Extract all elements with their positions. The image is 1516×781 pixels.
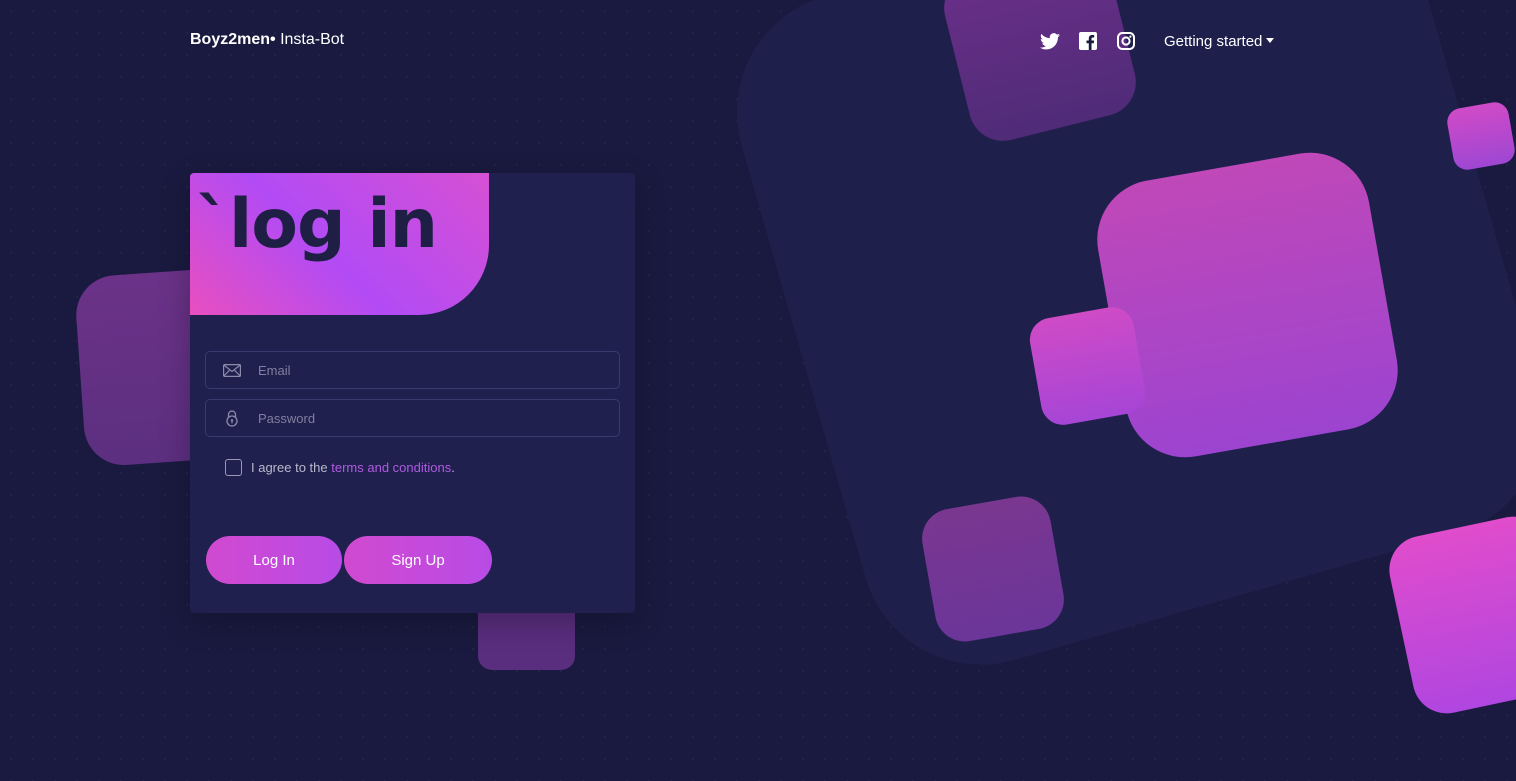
envelope-icon <box>206 352 258 388</box>
decorative-square <box>1026 303 1149 429</box>
login-card: `log in I agree to the terms and conditi… <box>190 173 635 613</box>
facebook-icon[interactable] <box>1078 31 1098 51</box>
decorative-square <box>1445 100 1516 172</box>
social-links <box>1040 31 1136 51</box>
getting-started-label: Getting started <box>1164 33 1263 50</box>
email-input[interactable] <box>258 362 619 378</box>
getting-started-dropdown[interactable]: Getting started <box>1164 33 1275 50</box>
navbar: Boyz2men• Insta-Bot Getting started <box>0 0 1516 84</box>
brand-name: Boyz2men <box>190 31 271 48</box>
card-title: `log in <box>196 185 438 264</box>
instagram-icon[interactable] <box>1116 31 1136 51</box>
decorative-square <box>1383 510 1516 720</box>
signup-button[interactable]: Sign Up <box>344 536 492 584</box>
decorative-square <box>1087 143 1408 467</box>
brand-logo[interactable]: Boyz2men• Insta-Bot <box>190 31 344 49</box>
brand-subtitle: Insta-Bot <box>275 31 345 48</box>
login-button[interactable]: Log In <box>206 536 342 584</box>
caret-down-icon <box>1266 37 1275 43</box>
card-header: `log in <box>190 173 489 315</box>
twitter-icon[interactable] <box>1040 31 1060 51</box>
terms-agreement: I agree to the terms and conditions. <box>225 459 455 476</box>
email-field[interactable] <box>205 351 620 389</box>
lock-icon <box>206 400 258 436</box>
password-input[interactable] <box>258 410 619 426</box>
decorative-square <box>917 491 1069 647</box>
terms-link[interactable]: terms and conditions <box>331 460 451 475</box>
agree-suffix: . <box>451 460 455 475</box>
terms-checkbox[interactable] <box>225 459 242 476</box>
agree-text: I agree to the <box>251 460 328 475</box>
password-field[interactable] <box>205 399 620 437</box>
